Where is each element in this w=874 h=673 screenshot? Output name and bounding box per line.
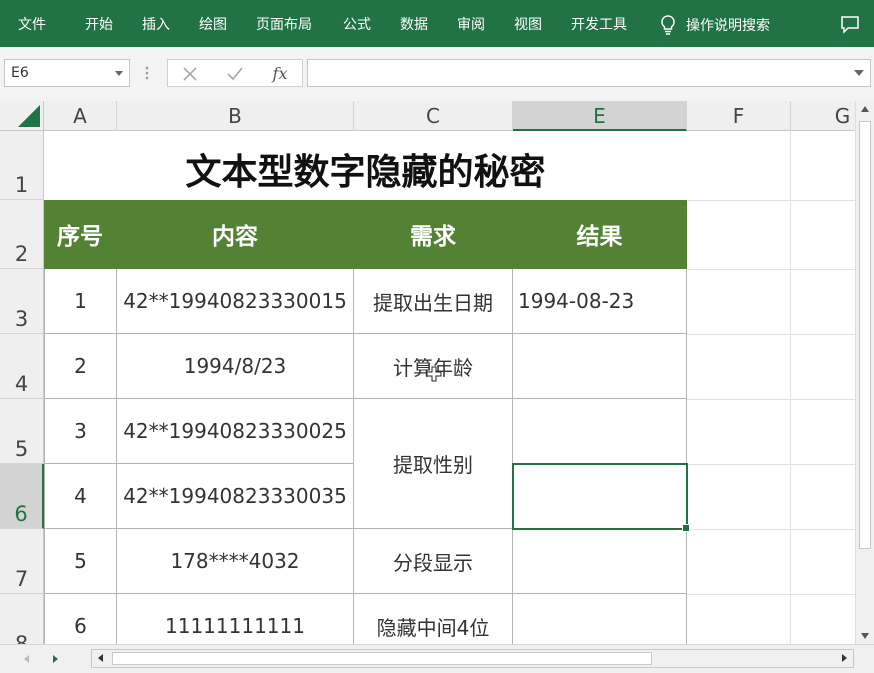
cell-cursor-icon [426,366,442,382]
gridline [687,594,855,595]
formula-buttons: fx [167,59,303,87]
tab-review[interactable]: 审阅 [457,15,485,35]
tell-me-search[interactable]: 操作说明搜索 [660,15,770,35]
cell-content[interactable]: 42**19940823330035 [117,464,354,529]
header-cell-need[interactable]: 需求 [354,200,513,269]
column-header-g[interactable]: G [791,101,855,131]
name-box-value: E6 [11,65,29,81]
cell-need[interactable]: 隐藏中间4位 [354,594,513,644]
header-cell-result[interactable]: 结果 [513,200,687,269]
tab-data[interactable]: 数据 [400,15,428,35]
scroll-left-icon[interactable] [98,654,103,662]
horizontal-scroll-thumb[interactable] [112,652,652,665]
tab-developer[interactable]: 开发工具 [571,15,627,35]
sheet-prev-icon[interactable] [24,655,29,663]
expand-formula-icon[interactable] [854,70,864,76]
cell-need-merged[interactable]: 提取性别 [354,399,513,529]
gridline [687,200,855,201]
cell-result[interactable] [513,399,687,464]
enter-check-icon[interactable] [223,63,247,85]
cell-result[interactable] [513,334,687,399]
cell-content[interactable]: 42**19940823330015 [117,269,354,334]
cell-content[interactable]: 42**19940823330025 [117,399,354,464]
cell-need[interactable]: 分段显示 [354,529,513,594]
tab-view[interactable]: 视图 [514,15,542,35]
chevron-down-icon[interactable] [115,71,123,76]
sheet-tab-bar [0,644,874,673]
select-all-button[interactable] [0,101,44,131]
tab-page-layout[interactable]: 页面布局 [256,15,312,35]
sheet-title[interactable]: 文本型数字隐藏的秘密 [44,131,687,200]
column-header-a[interactable]: A [44,101,117,131]
gridline [687,399,855,400]
scroll-right-icon[interactable] [842,654,847,662]
row-header-2[interactable]: 2 [0,200,44,269]
cell-content[interactable]: 178****4032 [117,529,354,594]
tab-formulas[interactable]: 公式 [343,15,371,35]
ribbon: 文件 开始 插入 绘图 页面布局 公式 数据 审阅 视图 开发工具 操作说明搜索 [0,0,874,47]
comment-icon[interactable] [840,14,860,34]
header-cell-content[interactable]: 内容 [117,200,354,269]
column-header-b[interactable]: B [117,101,354,131]
lightbulb-icon [660,15,676,35]
cell-need[interactable]: 提取出生日期 [354,269,513,334]
tab-draw[interactable]: 绘图 [199,15,227,35]
gridline [687,529,855,530]
cell-content[interactable]: 1994/8/23 [117,334,354,399]
row-header-7[interactable]: 7 [0,529,44,594]
scroll-down-icon[interactable] [861,633,869,639]
vertical-scroll-thumb[interactable] [859,121,871,549]
tell-me-label: 操作说明搜索 [686,18,770,34]
tab-file[interactable]: 文件 [18,15,46,35]
row-header-8[interactable]: 8 [0,594,44,644]
cell-seq[interactable]: 2 [44,334,117,399]
tab-home[interactable]: 开始 [85,15,113,35]
cell-result[interactable] [513,594,687,644]
cancel-icon[interactable] [178,63,202,85]
row-header-1[interactable]: 1 [0,131,44,200]
gridline [687,464,855,465]
sheet-next-icon[interactable] [53,655,58,663]
cell-seq[interactable]: 5 [44,529,117,594]
row-header-3[interactable]: 3 [0,269,44,334]
column-header-f[interactable]: F [687,101,791,131]
drag-handle-icon[interactable] [145,65,149,81]
tab-insert[interactable]: 插入 [142,15,170,35]
cell-content[interactable]: 11111111111 [117,594,354,644]
cell-seq[interactable]: 6 [44,594,117,644]
formula-bar: E6 fx [0,47,874,101]
vertical-scrollbar[interactable] [855,101,874,644]
row-header-6[interactable]: 6 [0,464,44,529]
column-header-e[interactable]: E [513,101,687,131]
cell-result[interactable]: 1994-08-23 [513,269,687,334]
cell-seq[interactable]: 3 [44,399,117,464]
column-header-c[interactable]: C [354,101,513,131]
gridline [687,269,855,270]
cell-seq[interactable]: 1 [44,269,117,334]
horizontal-scrollbar[interactable] [91,649,854,668]
gridline [790,131,791,644]
row-header-5[interactable]: 5 [0,399,44,464]
insert-function-button[interactable]: fx [268,63,292,85]
cell-result[interactable] [513,529,687,594]
scroll-up-icon[interactable] [861,106,869,112]
header-cell-seq[interactable]: 序号 [44,200,117,269]
gridline [687,334,855,335]
name-box[interactable]: E6 [4,59,130,87]
active-cell-selection[interactable] [512,463,690,532]
cell-seq[interactable]: 4 [44,464,117,529]
row-header-4[interactable]: 4 [0,334,44,399]
formula-input[interactable] [307,59,871,87]
